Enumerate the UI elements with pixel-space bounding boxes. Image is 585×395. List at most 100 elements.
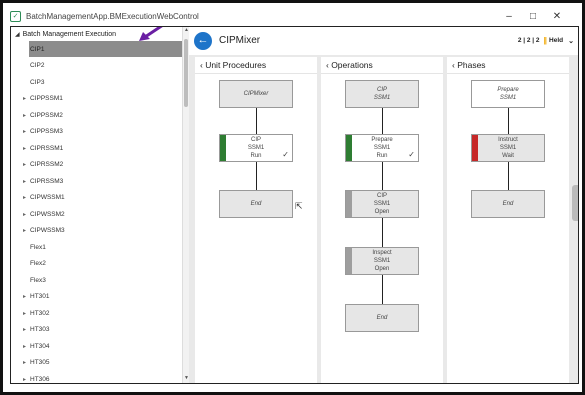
tree-item[interactable]: ▸ HT305 (11, 355, 181, 371)
tree-item[interactable]: Flex1 (11, 239, 181, 255)
column-divider (321, 73, 443, 74)
tree-item-label: CIP2 (30, 62, 45, 69)
tree-item[interactable]: ▸ HT306 (11, 371, 181, 383)
operations-heading[interactable]: ‹ Operations (326, 60, 373, 70)
tree-item-label: CIPWSSM1 (30, 194, 65, 201)
minimize-button[interactable]: – (497, 11, 521, 22)
window-title: BatchManagementApp.BMExecutionWebControl (26, 11, 199, 21)
back-arrow-icon[interactable]: ← (194, 32, 212, 50)
flow-node[interactable]: Prepare SSM1 (471, 80, 545, 108)
tree-item[interactable]: CIP2 (11, 58, 181, 74)
expand-caret-icon[interactable]: ▸ (23, 326, 26, 333)
page-title: CIPMixer (219, 35, 261, 46)
flow-node[interactable]: Prepare SSM1 Run ✓ (345, 134, 419, 162)
app-icon: ✓ (10, 10, 21, 22)
expand-caret-icon[interactable]: ▸ (23, 194, 26, 201)
flow-node[interactable]: CIP SSM1 (345, 80, 419, 108)
tree-item-label: CIP3 (30, 78, 45, 86)
tree-item[interactable]: ▸ CIPWSSM3 (11, 223, 181, 239)
expand-caret-icon[interactable]: ▸ (23, 293, 26, 300)
flow-node[interactable]: CIP SSM1 Open (345, 190, 419, 218)
tree-item[interactable]: ▸ HT301 (11, 289, 181, 305)
expand-caret-icon[interactable]: ▸ (23, 376, 26, 383)
flow-node[interactable]: End (345, 304, 419, 332)
node-label: Prepare (497, 87, 519, 93)
node-label: SSM1 (373, 145, 391, 151)
expand-caret-icon[interactable]: ▸ (23, 310, 26, 317)
tree-item[interactable]: ▸ HT304 (11, 338, 181, 354)
node-label: Inspect (372, 250, 392, 256)
tree-item[interactable]: ▸ CIPRSSM2 (11, 157, 181, 173)
tree-item-label: HT302 (30, 309, 50, 317)
phases-column: ‹ Phases Prepare SSM1 Instruct SSM1 Wait End (447, 57, 569, 383)
flow-node[interactable]: End (219, 190, 293, 218)
operations-column: ‹ Operations CIP SSM1 Prepare SSM1 Run ✓ CIP SS… (321, 57, 443, 383)
node-label: End (376, 315, 388, 321)
window-controls: – □ ✕ (497, 6, 569, 26)
expand-caret-icon[interactable]: ▸ (23, 227, 26, 234)
tree-item[interactable]: CIP3 (11, 74, 181, 90)
tree-item-label: CIPWSSM3 (30, 227, 65, 234)
column-divider (447, 73, 569, 74)
node-label: Run (376, 153, 388, 159)
tree-item-label: CIP1 (30, 45, 45, 53)
panel-scroll-handle[interactable] (572, 185, 578, 221)
tree-item[interactable]: ▸ CIPPSSM2 (11, 107, 181, 123)
flow-node[interactable]: Instruct SSM1 Wait (471, 134, 545, 162)
tree-item[interactable]: ▸ HT303 (11, 322, 181, 338)
tree-item[interactable]: ▸ CIPPSSM1 (11, 91, 181, 107)
tree-item-label: CIPRSSM1 (30, 144, 64, 152)
flow-node[interactable]: CIP SSM1 Run ✓ (219, 134, 293, 162)
node-label: Open (374, 209, 390, 215)
maximize-button[interactable]: □ (521, 11, 545, 22)
tree-item[interactable]: ▸ CIPPSSM3 (11, 124, 181, 140)
tree-item[interactable]: ▸ CIPWSSM2 (11, 206, 181, 222)
node-label: End (250, 201, 262, 207)
node-label: SSM1 (499, 95, 517, 101)
flow-connector (382, 218, 383, 247)
expand-caret-icon[interactable]: ▸ (23, 359, 26, 366)
expand-caret-icon[interactable]: ▸ (23, 211, 26, 218)
collapse-caret-icon[interactable]: ◢ (15, 31, 20, 38)
tree-item-label: CIPPSSM2 (30, 111, 63, 119)
tree-item-label: Flex1 (30, 243, 46, 251)
expand-caret-icon[interactable]: ▸ (23, 145, 26, 152)
flow-node[interactable]: End (471, 190, 545, 218)
expand-caret-icon[interactable]: ▸ (23, 161, 26, 168)
column-divider (195, 73, 317, 74)
tree-item-label: Flex2 (30, 260, 46, 267)
tree-item[interactable]: ▸ HT302 (11, 305, 181, 321)
node-label: CIP (250, 137, 261, 143)
tree-item[interactable]: ▸ CIPRSSM3 (11, 173, 181, 189)
node-label: Prepare (371, 137, 393, 143)
tree-item[interactable]: Flex2 (11, 256, 181, 272)
batch-status: 2 | 2 | 2 || Held ⌄ (518, 36, 574, 45)
expand-caret-icon[interactable]: ▸ (23, 343, 26, 350)
close-button[interactable]: ✕ (545, 11, 569, 22)
phases-heading[interactable]: ‹ Phases (452, 60, 486, 70)
expand-caret-icon[interactable]: ▸ (23, 112, 26, 119)
node-label: End (502, 201, 514, 207)
status-bar (472, 135, 478, 161)
tree-item[interactable]: ▸ CIPRSSM1 (11, 140, 181, 156)
tree-item-label: CIPPSSM1 (30, 95, 63, 102)
flow-node[interactable]: CIPMixer (219, 80, 293, 108)
tree-item-label: HT304 (30, 342, 50, 350)
expand-caret-icon[interactable]: ▸ (23, 128, 26, 135)
expand-caret-icon[interactable]: ▸ (23, 178, 26, 185)
tree-item-label: HT301 (30, 293, 50, 300)
unit-procedures-heading[interactable]: ‹ Unit Procedures (200, 60, 266, 70)
status-bar (346, 135, 352, 161)
flow-connector (382, 108, 383, 134)
tree-root[interactable]: ◢ Batch Management Execution (11, 29, 116, 40)
tree-item[interactable]: Flex3 (11, 272, 181, 288)
chevron-down-icon[interactable]: ⌄ (568, 37, 574, 45)
scroll-thumb[interactable] (184, 39, 188, 107)
tree-item[interactable]: CIP1 (29, 41, 182, 57)
tree-item[interactable]: ▸ CIPWSSM1 (11, 190, 181, 206)
expand-caret-icon[interactable]: ▸ (23, 95, 26, 102)
title-bar: ✓ BatchManagementApp.BMExecutionWebContr… (6, 6, 573, 26)
flow-node[interactable]: Inspect SSM1 Open (345, 247, 419, 275)
node-label: SSM1 (499, 145, 517, 151)
flow-connector (382, 275, 383, 304)
